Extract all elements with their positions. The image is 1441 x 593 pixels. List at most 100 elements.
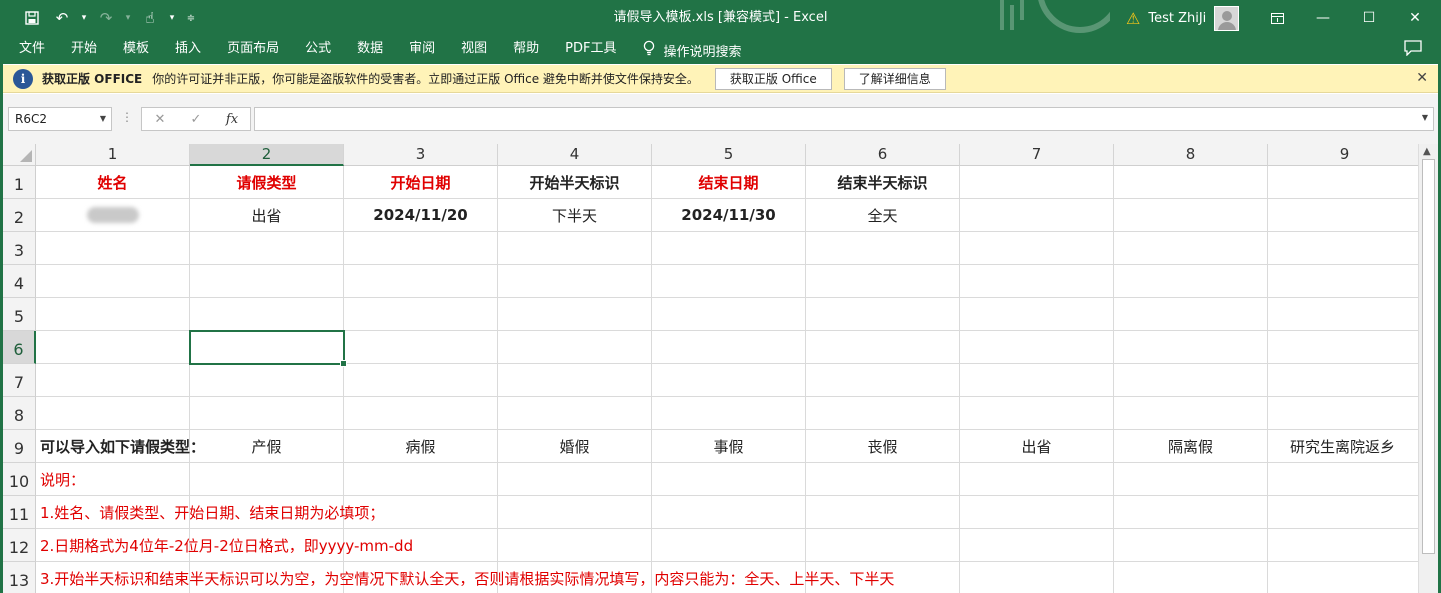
header-cell[interactable]: 结束日期 [652, 166, 806, 199]
cell[interactable] [1114, 199, 1268, 232]
cell[interactable] [498, 265, 652, 298]
cell[interactable] [1114, 496, 1268, 529]
cell[interactable] [190, 463, 344, 496]
tell-me-search[interactable]: 操作说明搜索 [629, 40, 742, 60]
vertical-scrollbar[interactable]: ▲ [1418, 144, 1438, 593]
tab-page-layout[interactable]: 页面布局 [214, 36, 292, 64]
tell-me-label[interactable]: 操作说明搜索 [663, 41, 741, 60]
cell[interactable] [960, 265, 1114, 298]
cell[interactable] [190, 397, 344, 430]
tab-home[interactable]: 开始 [58, 36, 110, 64]
cell[interactable] [806, 496, 960, 529]
insert-function-icon[interactable]: fx [214, 112, 250, 127]
cell[interactable] [36, 265, 190, 298]
header-cell[interactable]: 结束半天标识 [806, 166, 960, 199]
cell[interactable] [1268, 232, 1418, 265]
leave-types-label[interactable]: 可以导入如下请假类型： [36, 430, 205, 463]
cell[interactable] [960, 166, 1114, 199]
name-cell[interactable] [36, 199, 190, 232]
close-icon[interactable]: ✕ [1416, 70, 1428, 86]
leave-type-cell[interactable]: 事假 [652, 430, 806, 463]
row-header[interactable]: 5 [3, 298, 36, 331]
row-header[interactable]: 4 [3, 265, 36, 298]
cell[interactable] [1268, 562, 1418, 593]
chevron-down-icon[interactable]: ▼ [100, 108, 106, 130]
cell[interactable] [1268, 529, 1418, 562]
cell[interactable] [344, 298, 498, 331]
cell[interactable] [652, 331, 806, 364]
tab-pdf-tools[interactable]: PDF工具 [552, 36, 629, 64]
cell[interactable] [652, 397, 806, 430]
cell[interactable] [1268, 364, 1418, 397]
cell[interactable] [344, 265, 498, 298]
maximize-button[interactable]: ☐ [1346, 0, 1392, 36]
cell[interactable] [806, 232, 960, 265]
cell[interactable] [498, 397, 652, 430]
cell[interactable] [344, 397, 498, 430]
name-box-value[interactable]: R6C2 [15, 112, 47, 126]
cell[interactable] [36, 364, 190, 397]
data-cell[interactable]: 2024/11/20 [344, 199, 498, 232]
cancel-icon[interactable]: ✕ [142, 112, 178, 127]
column-header[interactable]: 8 [1114, 144, 1268, 166]
user-name[interactable]: Test ZhiJi [1148, 11, 1206, 26]
cell[interactable] [1268, 496, 1418, 529]
cell[interactable] [960, 298, 1114, 331]
row-header[interactable]: 10 [3, 463, 36, 496]
cell[interactable] [960, 331, 1114, 364]
cell[interactable] [960, 232, 1114, 265]
cell[interactable] [1268, 166, 1418, 199]
expand-formula-bar-icon[interactable]: ▼ [1422, 113, 1428, 122]
tab-view[interactable]: 视图 [448, 36, 500, 64]
redo-dropdown-icon[interactable]: ▾ [121, 3, 135, 33]
tab-formulas[interactable]: 公式 [292, 36, 344, 64]
user-area[interactable]: ⚠ Test ZhiJi [1126, 0, 1240, 36]
customize-qat-icon[interactable]: ≑ [179, 3, 203, 33]
cell[interactable] [498, 331, 652, 364]
cell[interactable] [498, 496, 652, 529]
worksheet-grid[interactable]: 1 2 3 4 5 6 7 8 9 1 2 3 4 5 6 7 8 9 10 11 12 13 姓名 请假类型 开始日期 开始半天… [3, 144, 1418, 593]
column-header[interactable]: 2 [190, 144, 344, 166]
cell[interactable] [652, 298, 806, 331]
cell[interactable] [344, 463, 498, 496]
scroll-up-icon[interactable]: ▲ [1423, 146, 1431, 157]
get-genuine-office-button[interactable]: 获取正版 Office [714, 67, 832, 90]
cell[interactable] [806, 265, 960, 298]
cell[interactable] [498, 298, 652, 331]
tab-file[interactable]: 文件 [0, 36, 58, 64]
cell[interactable] [960, 397, 1114, 430]
leave-type-cell[interactable]: 隔离假 [1114, 430, 1268, 463]
header-cell[interactable]: 开始日期 [344, 166, 498, 199]
comments-icon[interactable] [1404, 40, 1422, 60]
enter-icon[interactable]: ✓ [178, 112, 214, 127]
ribbon-display-options-icon[interactable] [1254, 0, 1300, 36]
tab-review[interactable]: 审阅 [396, 36, 448, 64]
name-box[interactable]: R6C2 ▼ [8, 107, 112, 131]
cell[interactable] [1114, 298, 1268, 331]
column-header[interactable]: 4 [498, 144, 652, 166]
cell[interactable] [1114, 265, 1268, 298]
cell[interactable] [190, 364, 344, 397]
minimize-button[interactable]: — [1300, 0, 1346, 36]
cell[interactable] [652, 265, 806, 298]
row-header[interactable]: 9 [3, 430, 36, 463]
cell[interactable] [652, 364, 806, 397]
row-header[interactable]: 7 [3, 364, 36, 397]
data-cell[interactable]: 出省 [190, 199, 344, 232]
column-header[interactable]: 3 [344, 144, 498, 166]
learn-more-button[interactable]: 了解详细信息 [843, 67, 946, 90]
cell[interactable] [36, 232, 190, 265]
cell[interactable] [498, 463, 652, 496]
note-text[interactable]: 说明： [36, 463, 190, 496]
cell[interactable] [1268, 265, 1418, 298]
note-text[interactable]: 1.姓名、请假类型、开始日期、结束日期为必填项； [36, 496, 384, 529]
cell[interactable] [36, 298, 190, 331]
cell[interactable] [652, 232, 806, 265]
cell[interactable] [1268, 199, 1418, 232]
undo-dropdown-icon[interactable]: ▾ [77, 3, 91, 33]
cell[interactable] [36, 397, 190, 430]
row-header[interactable]: 3 [3, 232, 36, 265]
cell[interactable] [344, 232, 498, 265]
undo-icon[interactable]: ↶ [47, 3, 77, 33]
cell[interactable] [652, 529, 806, 562]
